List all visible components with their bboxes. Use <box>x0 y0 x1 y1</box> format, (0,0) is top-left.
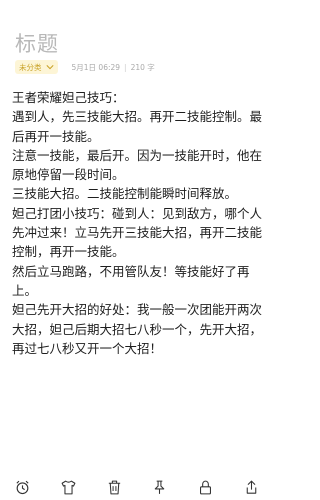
delete-button[interactable] <box>102 476 126 498</box>
folder-selector[interactable]: 未分类 <box>15 60 58 74</box>
note-line: 妲己打团小技巧：碰到人：见到敌方，哪个人先冲过来！立马先开三技能大招，再开二技能… <box>12 205 263 260</box>
note-line: 遇到人，先三技能大招。再开二技能控制。最后再开一技能。 <box>12 109 263 144</box>
alarm-clock-icon <box>16 480 29 494</box>
note-line: 然后立马跑路，不用管队友！等技能好了再上。 <box>12 263 250 298</box>
pin-icon <box>155 480 165 494</box>
note-line: 王者荣耀妲己技巧： <box>12 90 125 105</box>
lock-icon <box>199 480 211 494</box>
chevron-down-icon <box>45 65 54 70</box>
note-line: 注意一技能，最后开。因为一技能开时，他在原地停留一段时间。 <box>12 147 263 183</box>
tshirt-icon <box>61 480 76 494</box>
reminder-button[interactable] <box>11 476 35 498</box>
note-line: 妲己先开大招的好处：我一般一次团能开两次大招，妲己后期大招七八秒一个，先开大招，… <box>12 302 263 356</box>
char-count: 210 字 <box>130 62 155 72</box>
share-icon <box>246 480 256 494</box>
meta-divider: | <box>124 62 127 72</box>
pin-button[interactable] <box>148 476 172 498</box>
share-button[interactable] <box>239 476 263 498</box>
lock-button[interactable] <box>193 476 217 498</box>
note-body[interactable]: 王者荣耀妲己技巧： 遇到人，先三技能大招。再开二技能控制。最后再开一技能。 注意… <box>12 88 265 358</box>
theme-button[interactable] <box>56 476 80 498</box>
note-meta: 未分类 5月1日 06:29 | 210 字 <box>15 60 155 74</box>
note-date: 5月1日 06:29 <box>71 62 121 72</box>
note-title[interactable]: 标题 <box>15 28 59 58</box>
trash-icon <box>108 480 120 494</box>
bottom-toolbar <box>0 474 274 500</box>
folder-label: 未分类 <box>19 62 42 72</box>
note-line: 三技能大招。二技能控制能瞬时间释放。 <box>12 186 238 202</box>
